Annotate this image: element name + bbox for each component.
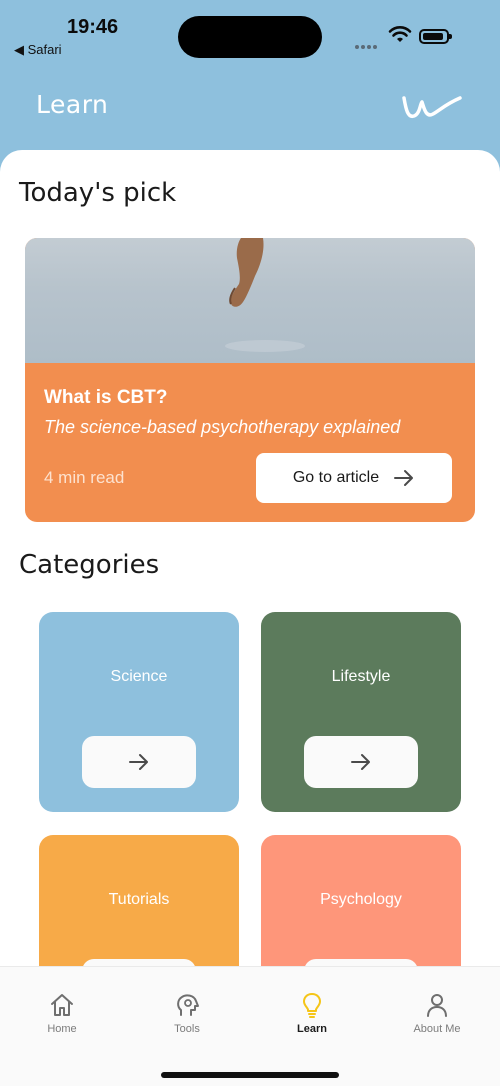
tab-bar: Home Tools Learn About Me [0, 966, 500, 1086]
category-label: Science [110, 668, 168, 685]
tab-about-me[interactable]: About Me [387, 991, 487, 1035]
home-indicator[interactable] [161, 1072, 339, 1078]
tab-label: Tools [174, 1023, 200, 1035]
tab-label: Learn [297, 1023, 327, 1035]
article-image [25, 238, 475, 363]
arrow-right-icon [351, 754, 370, 770]
go-to-article-button[interactable]: Go to article [256, 453, 452, 503]
lightbulb-icon [303, 993, 321, 1018]
app-logo-icon [402, 96, 462, 119]
arrow-right-icon [129, 754, 148, 770]
category-label: Psychology [320, 891, 402, 908]
arrow-right-icon [394, 470, 414, 486]
categories-heading: Categories [19, 550, 160, 580]
category-label: Lifestyle [331, 668, 391, 685]
battery-icon [419, 29, 452, 44]
article-read-time: 4 min read [44, 468, 125, 487]
head-gear-icon [177, 994, 199, 1016]
dynamic-island [178, 16, 322, 58]
tab-home[interactable]: Home [12, 991, 112, 1035]
person-icon [427, 994, 447, 1017]
back-to-safari-link[interactable]: ◀ Safari [14, 42, 62, 58]
hand-image [225, 238, 305, 352]
go-to-article-label: Go to article [292, 469, 380, 486]
page-title: Learn [36, 90, 109, 119]
tab-label: Home [47, 1023, 77, 1035]
article-title: What is CBT? [44, 387, 168, 408]
article-card-body: What is CBT? The science-based psychothe… [25, 363, 475, 522]
wifi-icon [388, 26, 412, 42]
tab-learn[interactable]: Learn [262, 991, 362, 1035]
category-card-science[interactable]: Science [39, 612, 239, 812]
tab-label: About Me [413, 1023, 461, 1035]
article-subtitle: The science-based psychotherapy explaine… [44, 417, 401, 437]
category-open-button[interactable] [82, 959, 196, 966]
status-time: 19:46 [67, 16, 119, 38]
signal-icon [355, 34, 379, 53]
category-card-psychology[interactable]: Psychology [261, 835, 461, 966]
category-open-button[interactable] [304, 736, 418, 788]
category-card-lifestyle[interactable]: Lifestyle [261, 612, 461, 812]
article-card[interactable]: What is CBT? The science-based psychothe… [25, 238, 475, 522]
home-icon [51, 994, 73, 1016]
category-open-button[interactable] [304, 959, 418, 966]
category-open-button[interactable] [82, 736, 196, 788]
tab-tools[interactable]: Tools [137, 991, 237, 1035]
category-card-tutorials[interactable]: Tutorials [39, 835, 239, 966]
content-sheet: Today's pick What is CBT? The science-ba… [0, 150, 500, 966]
category-label: Tutorials [108, 891, 170, 908]
todays-pick-heading: Today's pick [19, 178, 177, 208]
status-bar: 19:46 ◀ Safari [0, 0, 500, 70]
